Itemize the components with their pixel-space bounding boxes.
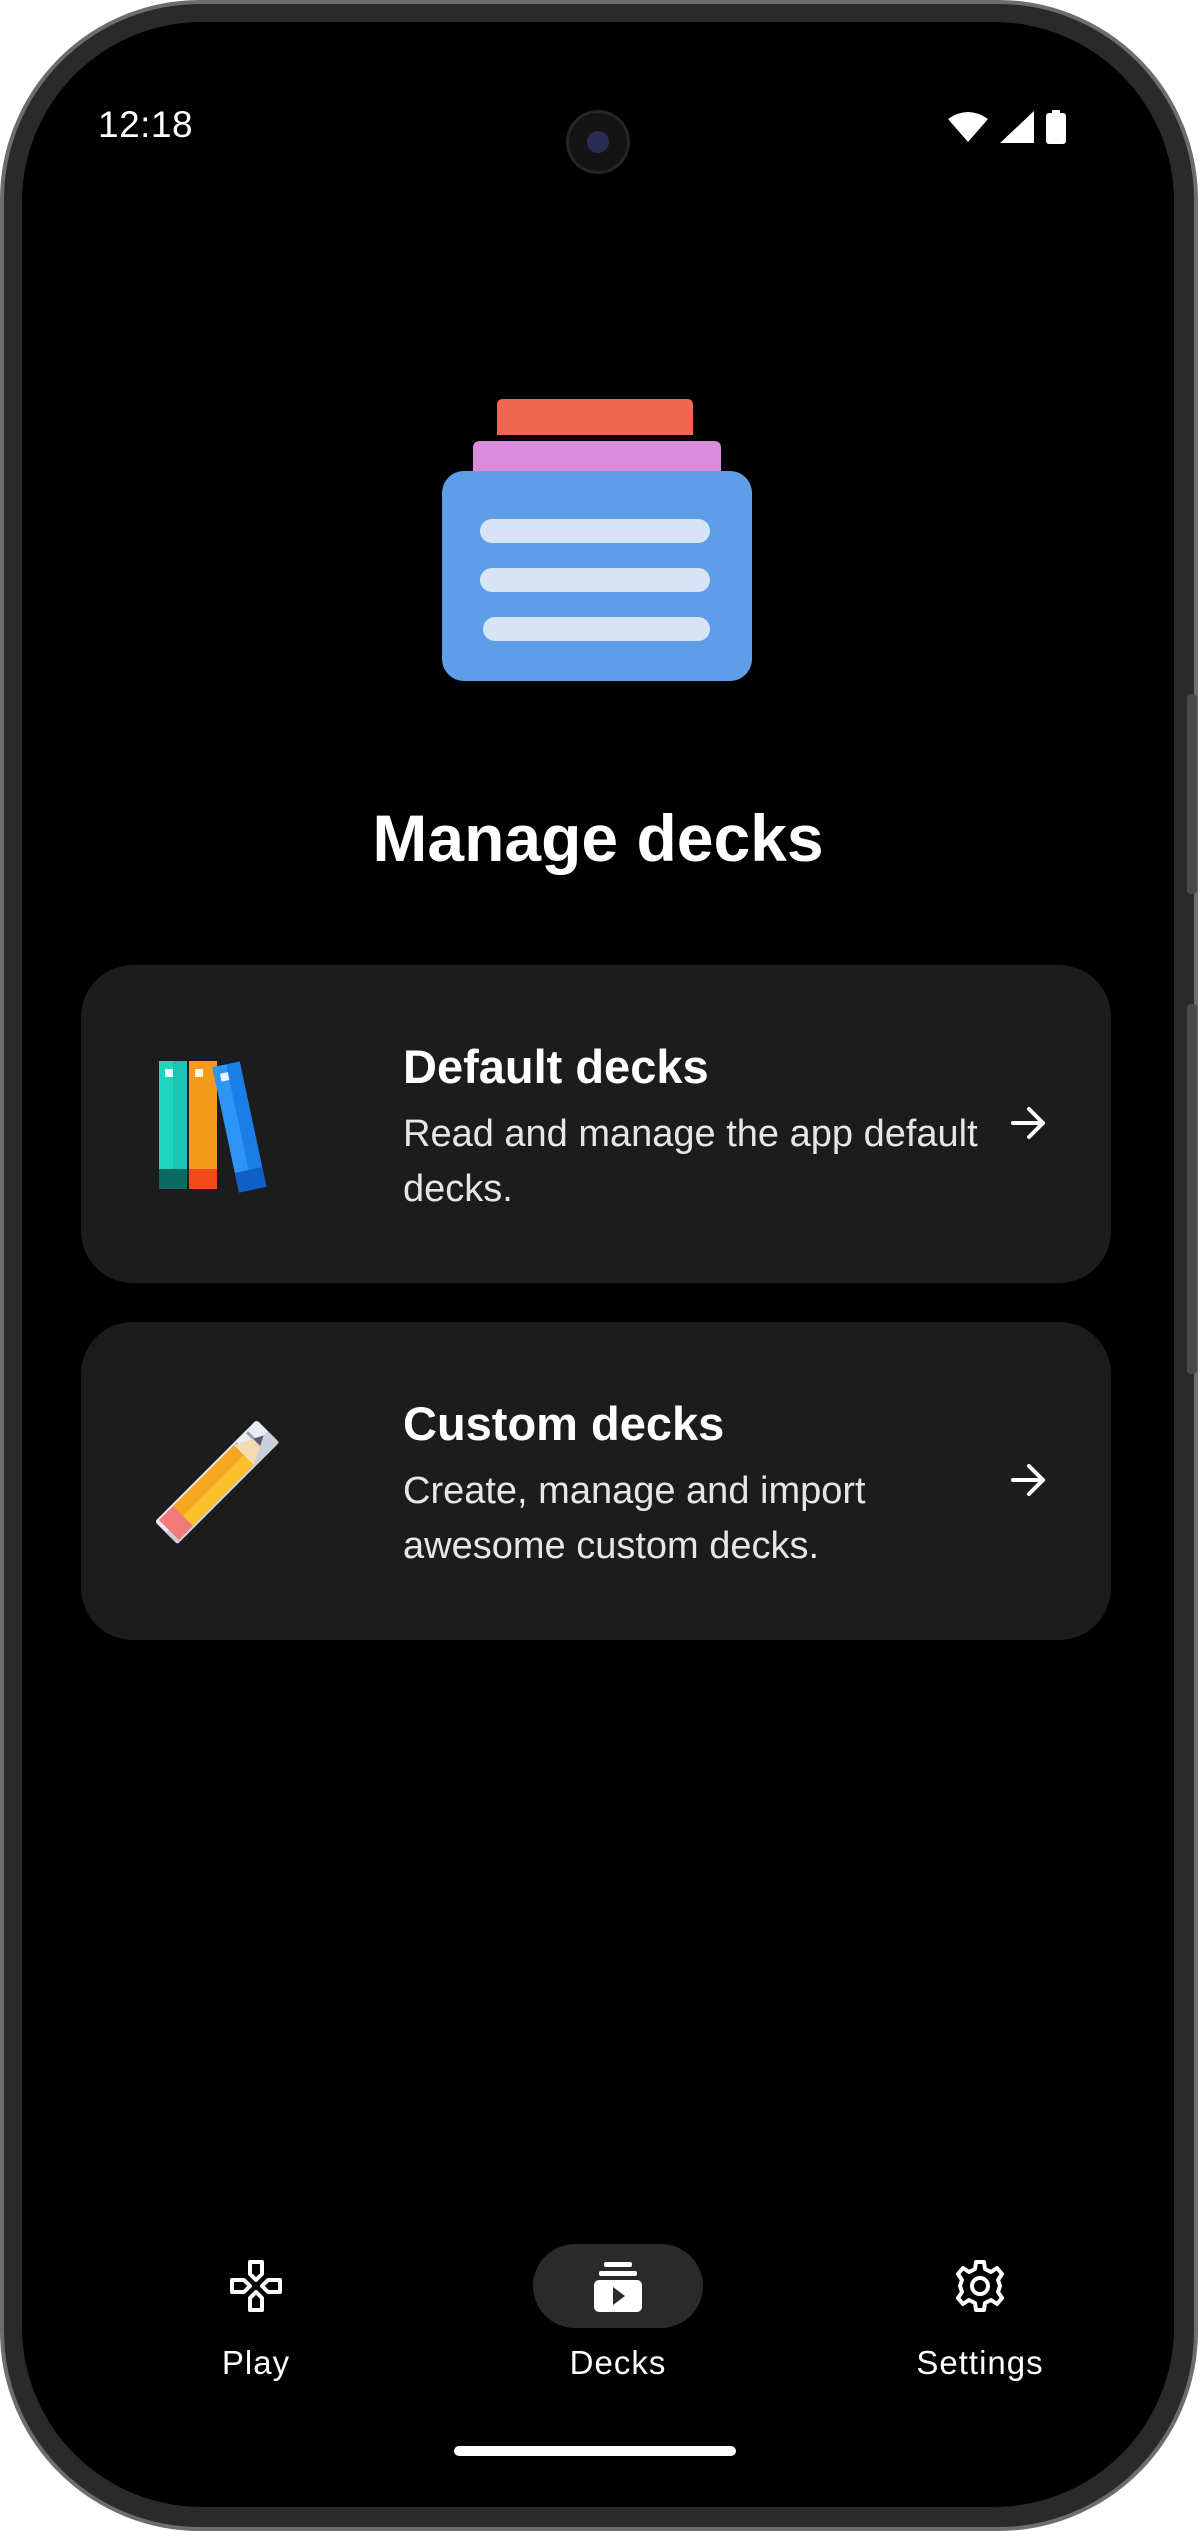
wifi-icon: [948, 112, 988, 142]
custom-decks-card[interactable]: Custom decks Create, manage and import a…: [81, 1322, 1111, 1640]
power-button: [1187, 1004, 1197, 1374]
nav-item-play[interactable]: Play: [136, 2244, 376, 2384]
card-text: Custom decks Create, manage and import a…: [403, 1394, 1003, 1574]
default-decks-card[interactable]: Default decks Read and manage the app de…: [81, 965, 1111, 1283]
volume-button: [1187, 694, 1197, 894]
gamepad-icon: [230, 2260, 282, 2312]
decks-icon: [594, 2262, 642, 2312]
home-indicator[interactable]: [454, 2446, 736, 2456]
stacked-decks-icon: [442, 399, 752, 681]
bottom-navigation: Play Decks Settings: [22, 2244, 1174, 2404]
nav-label: Decks: [569, 2344, 667, 2381]
page-title: Manage decks: [372, 801, 824, 875]
card-title: Default decks: [403, 1040, 709, 1093]
arrow-right-icon[interactable]: [1007, 1458, 1051, 1502]
status-time: 12:18: [98, 104, 194, 145]
card-description: Read and manage the app default decks.: [403, 1113, 978, 1210]
nav-label: Play: [221, 2344, 291, 2381]
signal-icon: [1000, 111, 1034, 143]
books-icon: [159, 1061, 267, 1193]
nav-label: Settings: [916, 2344, 1044, 2381]
pencil-ruler-icon: [156, 1421, 279, 1544]
arrow-right-icon[interactable]: [1007, 1101, 1051, 1145]
gear-icon: [956, 2260, 1004, 2312]
nav-item-decks[interactable]: Decks: [498, 2244, 738, 2384]
front-camera: [566, 110, 630, 174]
card-description: Create, manage and import awesome custom…: [403, 1470, 866, 1567]
screen: 12:18 Manage decks Default decks Read an…: [22, 22, 1174, 2507]
card-title: Custom decks: [403, 1397, 725, 1450]
status-icons: [948, 110, 1066, 144]
nav-item-settings[interactable]: Settings: [860, 2244, 1100, 2384]
card-text: Default decks Read and manage the app de…: [403, 1037, 1003, 1217]
battery-icon: [1046, 110, 1066, 144]
